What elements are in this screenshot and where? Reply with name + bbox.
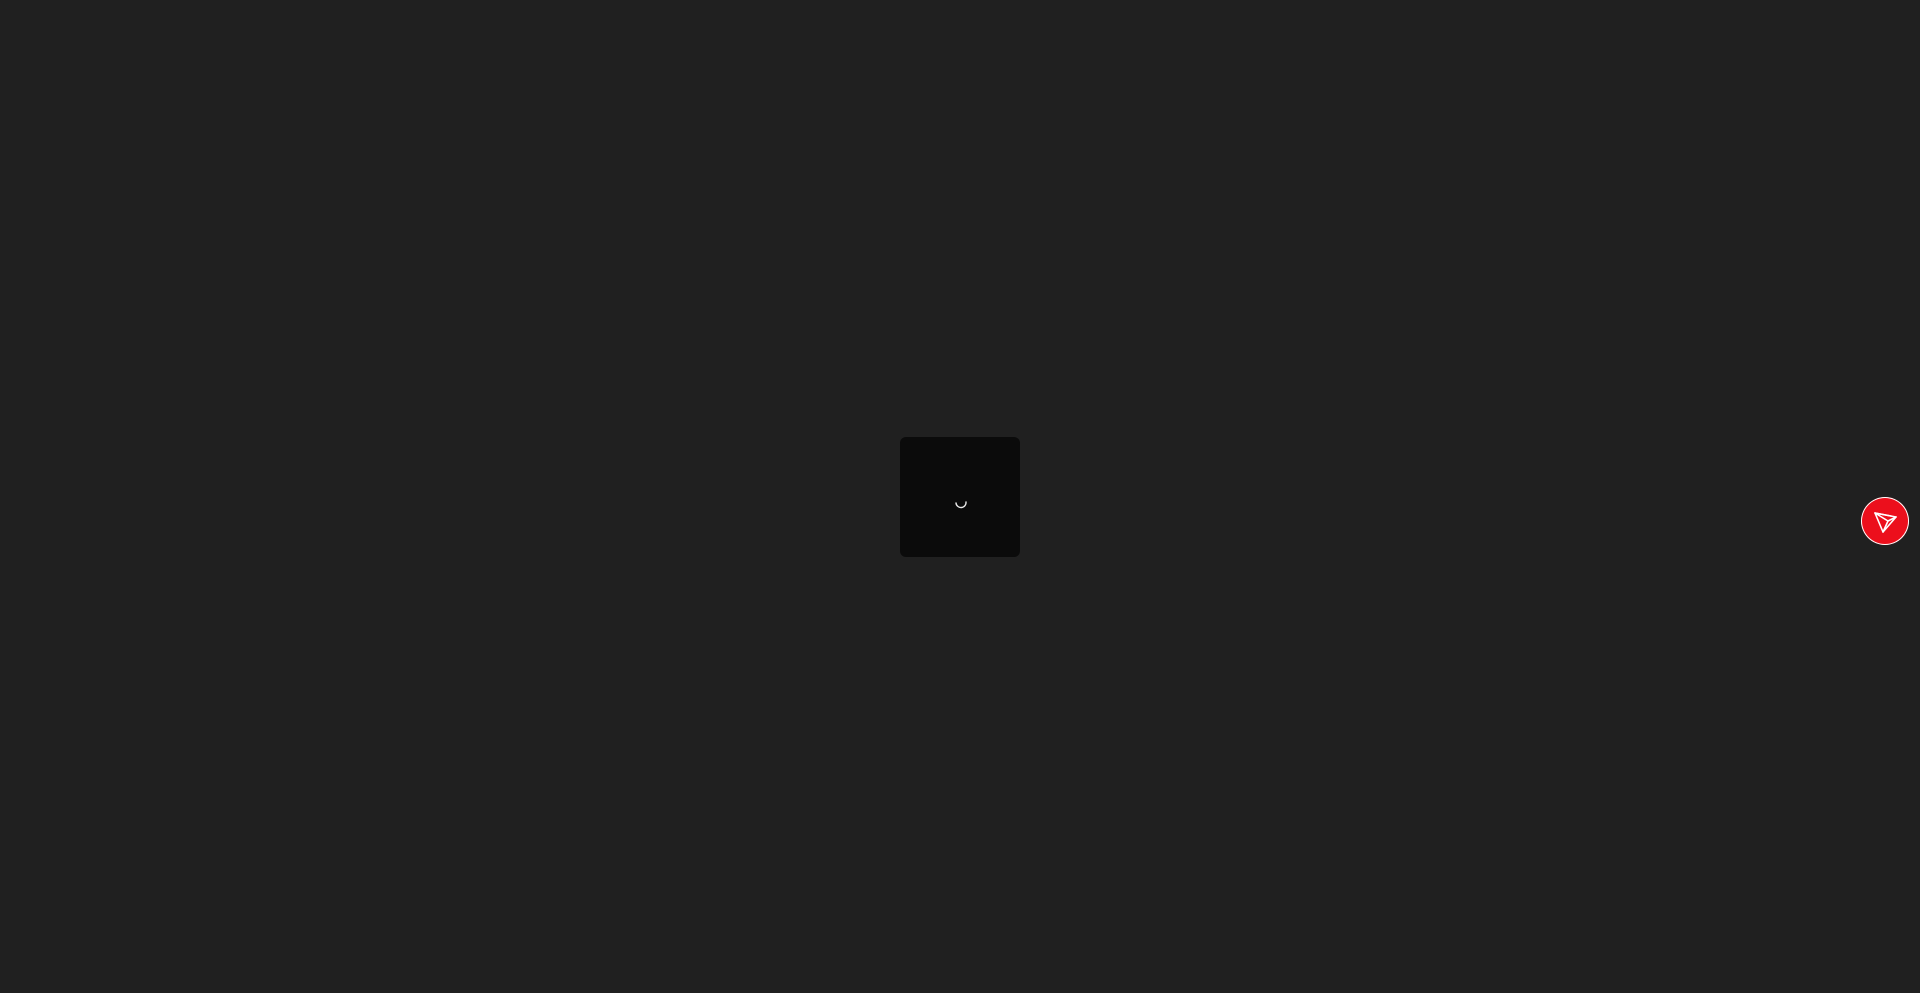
tron-wallet-button[interactable] xyxy=(1861,497,1909,545)
page-root xyxy=(0,0,1920,993)
spinner-icon xyxy=(955,501,967,509)
tron-logo-icon xyxy=(1874,512,1897,533)
loading-overlay xyxy=(900,437,1020,557)
